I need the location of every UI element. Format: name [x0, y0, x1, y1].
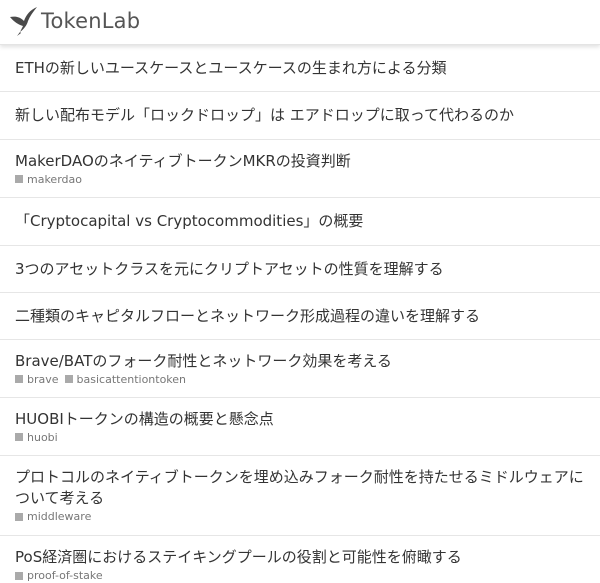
tag-square-icon	[64, 375, 73, 383]
site-logo-link[interactable]: TokenLab	[8, 2, 140, 40]
tag-square-icon	[15, 375, 23, 383]
tag-label: proof-of-stake	[27, 569, 103, 582]
tag-square-icon	[15, 512, 23, 521]
tag[interactable]: makerdao	[15, 172, 82, 187]
tag-label: middleware	[27, 510, 92, 523]
article-item[interactable]: 新しい配布モデル「ロックドロップ」は エアドロップに取って代わるのか	[0, 92, 600, 140]
tag[interactable]: proof-of-stake	[15, 568, 103, 583]
tag-square-icon	[15, 433, 23, 441]
tag-square-icon	[15, 571, 23, 580]
article-item[interactable]: HUOBIトークンの構造の概要と懸念点 huobi	[0, 398, 600, 456]
article-title-link[interactable]: MakerDAOのネイティブトークンMKRの投資判断	[15, 151, 585, 172]
tag-label: huobi	[27, 430, 58, 444]
tag-label: basicattentiontoken	[76, 372, 187, 386]
article-item[interactable]: ETHの新しいユースケースとユースケースの生まれ方による分類	[0, 45, 600, 92]
swallow-bird-icon	[10, 7, 37, 36]
tag-list: makerdao	[15, 172, 585, 187]
article-item[interactable]: PoS経済圏におけるステイキングプールの役割と可能性を俯瞰する proof-of…	[0, 536, 600, 583]
article-item[interactable]: 「Cryptocapital vs Cryptocommodities」の概要	[0, 198, 600, 246]
article-title-link[interactable]: ETHの新しいユースケースとユースケースの生まれ方による分類	[15, 58, 585, 79]
article-title-link[interactable]: PoS経済圏におけるステイキングプールの役割と可能性を俯瞰する	[15, 547, 585, 568]
tag-list: proof-of-stake	[15, 568, 585, 583]
site-logo-text: TokenLab	[41, 9, 141, 33]
tag[interactable]: middleware	[15, 509, 91, 524]
tag[interactable]: basicattentiontoken	[64, 372, 187, 387]
article-title-link[interactable]: Brave/BATのフォーク耐性とネットワーク効果を考える	[15, 351, 585, 372]
tag-square-icon	[15, 175, 23, 183]
article-title-link[interactable]: 二種類のキャピタルフローとネットワーク形成過程の違いを理解する	[15, 306, 585, 327]
tag-list: middleware	[15, 509, 585, 524]
article-item[interactable]: プロトコルのネイティブトークンを埋め込みフォーク耐性を持たせるミドルウェアについ…	[0, 456, 600, 536]
tag[interactable]: huobi	[15, 430, 58, 445]
article-item[interactable]: MakerDAOのネイティブトークンMKRの投資判断 makerdao	[0, 140, 600, 198]
tag[interactable]: brave	[15, 372, 59, 387]
article-item[interactable]: 二種類のキャピタルフローとネットワーク形成過程の違いを理解する	[0, 293, 600, 340]
article-title-link[interactable]: プロトコルのネイティブトークンを埋め込みフォーク耐性を持たせるミドルウェアについ…	[15, 467, 585, 509]
tag-label: brave	[27, 372, 59, 386]
article-title-link[interactable]: 「Cryptocapital vs Cryptocommodities」の概要	[15, 211, 585, 232]
tag-list: huobi	[15, 430, 585, 445]
site-header: TokenLab	[0, 0, 600, 45]
article-title-link[interactable]: 新しい配布モデル「ロックドロップ」は エアドロップに取って代わるのか	[15, 105, 585, 126]
tag-label: makerdao	[27, 172, 82, 186]
article-item[interactable]: Brave/BATのフォーク耐性とネットワーク効果を考える brave basi…	[0, 340, 600, 398]
article-title-link[interactable]: HUOBIトークンの構造の概要と懸念点	[15, 409, 585, 430]
article-item[interactable]: 3つのアセットクラスを元にクリプトアセットの性質を理解する	[0, 246, 600, 293]
tag-list: brave basicattentiontoken	[15, 372, 585, 387]
article-title-link[interactable]: 3つのアセットクラスを元にクリプトアセットの性質を理解する	[15, 259, 585, 280]
article-list: ETHの新しいユースケースとユースケースの生まれ方による分類 新しい配布モデル「…	[0, 45, 600, 583]
